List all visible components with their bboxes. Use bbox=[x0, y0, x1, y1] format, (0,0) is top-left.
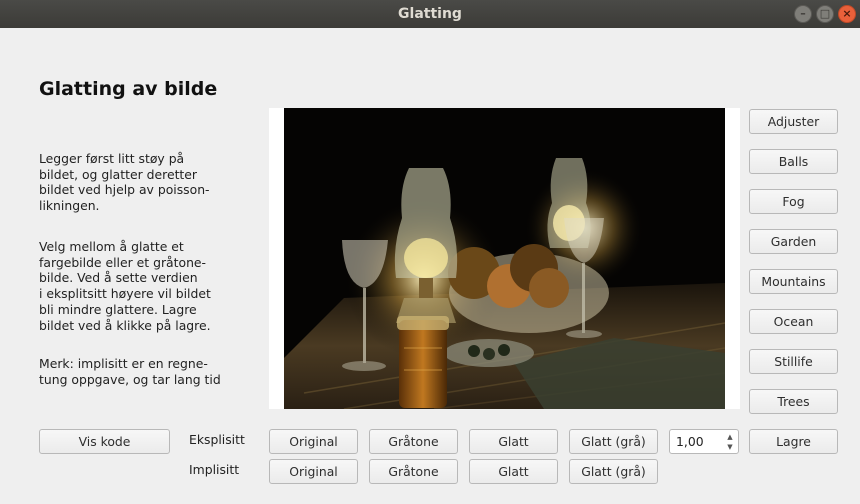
maximize-button[interactable]: □ bbox=[816, 5, 834, 23]
paragraph-line: bildet, og glatter deretter bbox=[39, 166, 197, 182]
vis-kode-button[interactable]: Vis kode bbox=[39, 429, 170, 454]
spin-down-icon[interactable]: ▼ bbox=[725, 442, 735, 452]
paragraph-line: likningen. bbox=[39, 198, 100, 214]
eksplisitt-gratone-button[interactable]: Gråtone bbox=[369, 429, 458, 454]
ocean-button[interactable]: Ocean bbox=[749, 309, 838, 334]
fog-button[interactable]: Fog bbox=[749, 189, 838, 214]
still-life-photo bbox=[284, 108, 725, 409]
implisitt-gratone-button[interactable]: Gråtone bbox=[369, 459, 458, 484]
garden-button[interactable]: Garden bbox=[749, 229, 838, 254]
implisitt-original-button[interactable]: Original bbox=[269, 459, 358, 484]
paragraph-line: bilde. Ved å sette verdien bbox=[39, 270, 198, 286]
eksplisitt-label: Eksplisitt bbox=[189, 432, 245, 447]
eksplisitt-glatt-gra-button[interactable]: Glatt (grå) bbox=[569, 429, 658, 454]
paragraph-line: bildet ved å klikke på lagre. bbox=[39, 317, 211, 333]
window-title: Glatting bbox=[398, 6, 462, 22]
eksplisitt-original-button[interactable]: Original bbox=[269, 429, 358, 454]
description-paragraph-3: Merk: implisitt er en regne- tung oppgav… bbox=[39, 356, 239, 387]
paragraph-line: Velg mellom å glatte et bbox=[39, 239, 184, 254]
description-paragraph-2: Velg mellom å glatte et fargebilde eller… bbox=[39, 239, 239, 333]
implisitt-glatt-gra-button[interactable]: Glatt (grå) bbox=[569, 459, 658, 484]
eksplisitt-value-spinbox[interactable]: 1,00 ▲ ▼ bbox=[669, 429, 739, 454]
stillife-button[interactable]: Stillife bbox=[749, 349, 838, 374]
window-controls: – □ × bbox=[794, 5, 856, 23]
paragraph-line: Merk: implisitt er en regne- bbox=[39, 356, 208, 371]
balls-button[interactable]: Balls bbox=[749, 149, 838, 174]
description-paragraph-1: Legger først litt støy på bildet, og gla… bbox=[39, 151, 239, 214]
implisitt-glatt-button[interactable]: Glatt bbox=[469, 459, 558, 484]
eksplisitt-glatt-button[interactable]: Glatt bbox=[469, 429, 558, 454]
paragraph-line: bli mindre glattere. Lagre bbox=[39, 301, 197, 317]
paragraph-line: bildet ved hjelp av poisson- bbox=[39, 182, 210, 198]
page-title: Glatting av bilde bbox=[39, 78, 218, 100]
close-button[interactable]: × bbox=[838, 5, 856, 23]
paragraph-line: i eksplitsitt høyere vil bildet bbox=[39, 286, 211, 302]
implisitt-label: Implisitt bbox=[189, 462, 240, 477]
trees-button[interactable]: Trees bbox=[749, 389, 838, 414]
minimize-button[interactable]: – bbox=[794, 5, 812, 23]
image-frame bbox=[269, 108, 740, 409]
lagre-button[interactable]: Lagre bbox=[749, 429, 838, 454]
adjuster-button[interactable]: Adjuster bbox=[749, 109, 838, 134]
paragraph-line: tung oppgave, og tar lang tid bbox=[39, 371, 221, 387]
mountains-button[interactable]: Mountains bbox=[749, 269, 838, 294]
spin-up-icon[interactable]: ▲ bbox=[725, 432, 735, 442]
spinbox-value[interactable]: 1,00 bbox=[676, 434, 704, 449]
window-titlebar: Glatting – □ × bbox=[0, 0, 860, 28]
paragraph-line: Legger først litt støy på bbox=[39, 151, 185, 166]
paragraph-line: fargebilde eller et gråtone- bbox=[39, 254, 207, 270]
